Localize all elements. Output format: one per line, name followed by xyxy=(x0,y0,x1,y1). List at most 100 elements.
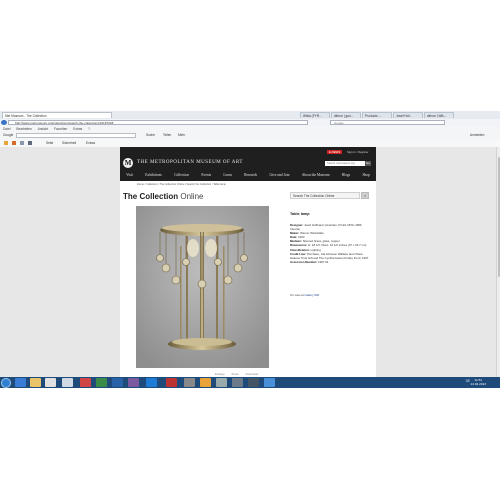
excel-icon[interactable] xyxy=(96,378,107,387)
google-share-button[interactable]: Teilen xyxy=(163,132,171,139)
collection-search-input[interactable]: Search The Collection Online xyxy=(290,192,360,199)
detail-row: Credit Line: Purchase, Lila Acheson Wall… xyxy=(290,252,370,260)
menu-item-help[interactable]: ? xyxy=(88,127,90,131)
skype-icon[interactable] xyxy=(146,378,157,387)
menu-item-favorites[interactable]: Favoriten xyxy=(54,127,67,131)
object-photo[interactable] xyxy=(136,206,269,368)
breadcrumb[interactable]: Home / Collection / The Collection Onlin… xyxy=(137,183,226,186)
browser-search-input[interactable]: Google xyxy=(330,120,445,125)
firefox-icon[interactable] xyxy=(200,378,211,387)
main-nav: Visit Exhibitions Collection Events Lear… xyxy=(120,171,376,179)
site-title[interactable]: THE METROPOLITAN MUSEUM OF ART xyxy=(137,160,243,165)
gallery-prefix: On view at xyxy=(290,293,304,297)
enews-link[interactable]: E-NEWS xyxy=(327,150,343,154)
tab-5[interactable]: Josef Hof... xyxy=(393,112,423,118)
tab-2[interactable]: Wikia (FYR... xyxy=(300,112,330,118)
site-search-button[interactable]: Go xyxy=(365,161,371,166)
nav-exhibitions[interactable]: Exhibitions xyxy=(145,173,162,177)
site-search-input[interactable]: Search metmuseum.org xyxy=(325,161,365,166)
google-more-button[interactable]: Mehr xyxy=(178,132,185,139)
app2-icon[interactable] xyxy=(216,378,227,387)
nav-events[interactable]: Events xyxy=(201,173,211,177)
explorer-icon[interactable] xyxy=(30,378,41,387)
app4-icon[interactable] xyxy=(248,378,259,387)
page-viewport: M THE METROPOLITAN MUSEUM OF ART E-NEWS … xyxy=(0,147,496,377)
detail-label: Accession Number: xyxy=(290,259,318,264)
nav-collection[interactable]: Collection xyxy=(174,173,189,177)
photo-actions: Enlarge Share Download xyxy=(215,372,264,376)
table-lamp-image xyxy=(136,206,269,368)
taskbar: DE 11:51 14.04.2013 xyxy=(0,377,500,388)
page-title-bold: The Collection xyxy=(123,192,179,201)
tab-label: Products ... xyxy=(365,114,382,118)
detail-value: 1997.64 xyxy=(317,259,329,264)
menu-item-tools[interactable]: Extras xyxy=(73,127,82,131)
outlook-icon[interactable] xyxy=(112,378,123,387)
object-details: Designer: Josef Hoffmann (Austrian, Pirn… xyxy=(290,223,370,264)
back-icon[interactable] xyxy=(1,120,7,125)
sign-in-register-link[interactable]: Sign In / Register xyxy=(345,150,370,154)
tab-label: dirirue | goo... xyxy=(334,114,354,118)
system-tray: DE xyxy=(466,379,470,383)
language-indicator[interactable]: DE xyxy=(466,379,470,383)
tab-label: Wikia (FYR... xyxy=(303,114,322,118)
google-search-input[interactable] xyxy=(16,133,136,138)
site-header: M THE METROPOLITAN MUSEUM OF ART E-NEWS … xyxy=(120,147,376,181)
safety-menu[interactable]: Sicherheit xyxy=(62,139,76,147)
page-title: The Collection Online xyxy=(123,192,203,201)
nav-research[interactable]: Research xyxy=(244,173,257,177)
app3-icon[interactable] xyxy=(232,378,243,387)
tab-6[interactable]: dirirue | Wik... xyxy=(424,112,454,118)
tab-met-museum[interactable]: Met Museum - The Collection xyxy=(2,112,112,118)
collection-search-button[interactable]: > xyxy=(361,192,369,199)
nav-visit[interactable]: Visit xyxy=(126,173,133,177)
menu-item-view[interactable]: Ansicht xyxy=(38,127,48,131)
media-player-icon[interactable] xyxy=(45,378,56,387)
utility-links: E-NEWS Sign In / Register xyxy=(325,150,370,154)
nav-shop[interactable]: Shop xyxy=(362,173,369,177)
page-scrollbar[interactable] xyxy=(496,147,500,377)
onenote-icon[interactable] xyxy=(128,378,139,387)
page-menu[interactable]: Seite xyxy=(46,139,53,147)
share-link[interactable]: Share xyxy=(231,372,238,376)
object-title: Table lamp xyxy=(290,212,310,216)
nav-about[interactable]: About the Museum xyxy=(302,173,330,177)
ie-window-icon[interactable] xyxy=(264,378,275,387)
site-container: M THE METROPOLITAN MUSEUM OF ART E-NEWS … xyxy=(120,147,376,377)
clock[interactable]: 11:51 14.04.2013 xyxy=(471,378,486,387)
download-link[interactable]: Download xyxy=(246,372,258,376)
tab-label: Josef Hof... xyxy=(396,114,413,118)
feeds-icon[interactable] xyxy=(12,141,16,145)
word-icon[interactable] xyxy=(80,378,91,387)
sign-in-link[interactable]: Anmelden xyxy=(470,132,484,139)
google-search-button[interactable]: Suche xyxy=(146,132,155,139)
menu-item-file[interactable]: Datei xyxy=(3,127,10,131)
enlarge-link[interactable]: Enlarge xyxy=(215,372,225,376)
url-input[interactable]: http://www.metmuseum.org/collections/sea… xyxy=(8,120,308,125)
gallery-link[interactable]: Gallery 900 xyxy=(304,293,319,297)
mail-icon[interactable] xyxy=(20,141,24,145)
tools-menu[interactable]: Extras xyxy=(86,139,95,147)
print-icon[interactable] xyxy=(28,141,32,145)
google-label: Google xyxy=(3,133,14,137)
paint-icon[interactable] xyxy=(184,378,195,387)
tab-3[interactable]: dirirue | goo... xyxy=(331,112,361,118)
ie-icon[interactable] xyxy=(15,378,26,387)
clock-date: 14.04.2013 xyxy=(470,382,486,387)
nav-blogs[interactable]: Blogs xyxy=(342,173,350,177)
met-logo-icon[interactable]: M xyxy=(123,158,133,168)
detail-row: Accession Number: 1997.64 xyxy=(290,260,370,264)
page-title-light: Online xyxy=(180,192,204,201)
nav-learn[interactable]: Learn xyxy=(223,173,231,177)
acrobat-icon[interactable] xyxy=(166,378,177,387)
start-button[interactable] xyxy=(1,377,11,388)
menu-item-edit[interactable]: Bearbeiten xyxy=(16,127,31,131)
app-icon[interactable] xyxy=(62,378,73,387)
home-icon[interactable] xyxy=(4,141,8,145)
tab-label: dirirue | Wik... xyxy=(427,114,447,118)
detail-row: Designer: Josef Hoffmann (Austrian, Pirn… xyxy=(290,223,370,231)
gallery-info: On view at Gallery 900 xyxy=(290,293,319,297)
tab-4[interactable]: Products ... xyxy=(362,112,392,118)
tab-label: Met Museum - The Collection xyxy=(5,114,47,118)
nav-give-and-join[interactable]: Give and Join xyxy=(270,173,290,177)
